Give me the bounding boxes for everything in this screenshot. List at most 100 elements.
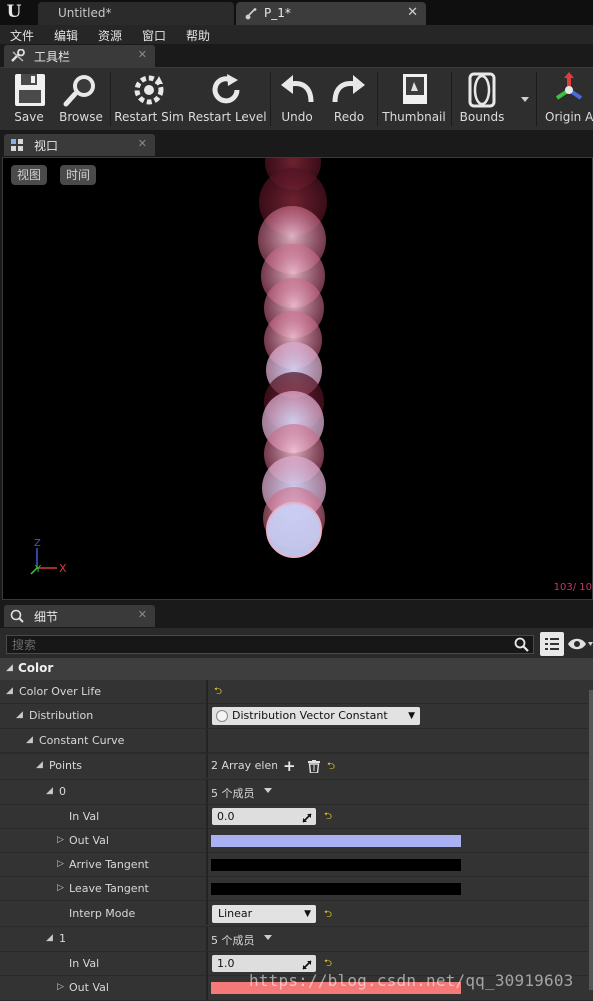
viewport-panel-title: 视口 xyxy=(34,139,59,153)
menu-asset[interactable]: 资源 xyxy=(98,27,122,44)
thumbnail-button[interactable]: Thumbnail xyxy=(381,68,447,130)
out-val-color-swatch[interactable] xyxy=(211,835,461,847)
undo-button[interactable]: Undo xyxy=(274,68,320,130)
column-splitter[interactable] xyxy=(206,729,208,753)
property-name-cell: ◢ Constant Curve xyxy=(0,729,206,753)
property-row-in-val-0: In Val 0.0 ⮌ xyxy=(0,805,593,829)
property-row-interp-mode-0: Interp Mode Linear ▼ ⮌ xyxy=(0,901,593,927)
property-value-cell: 5 个成员 xyxy=(210,927,593,951)
add-element-plus-icon[interactable]: + xyxy=(283,757,296,775)
collapse-arrow-icon[interactable]: ◢ xyxy=(16,710,23,720)
details-search-row xyxy=(0,628,593,658)
color-category-header[interactable]: ◢ Color xyxy=(0,658,593,680)
in-val-number-field[interactable]: 0.0 xyxy=(212,808,316,825)
collapse-arrow-icon[interactable]: ◢ xyxy=(46,933,53,943)
time-menu-button[interactable]: 时间 xyxy=(60,165,97,185)
column-splitter[interactable] xyxy=(206,829,208,853)
column-splitter[interactable] xyxy=(206,754,208,778)
reset-to-default-icon[interactable]: ⮌ xyxy=(214,687,224,697)
save-button[interactable]: Save xyxy=(4,68,54,130)
origin-axis-icon xyxy=(553,72,593,108)
trash-icon[interactable] xyxy=(308,760,320,774)
property-label: Out Val xyxy=(69,981,109,994)
column-splitter[interactable] xyxy=(206,952,208,976)
expand-arrow-icon[interactable]: ▷ xyxy=(57,982,64,992)
reset-to-default-icon[interactable]: ⮌ xyxy=(327,762,337,772)
column-splitter[interactable] xyxy=(206,780,208,804)
reset-to-default-icon[interactable]: ⮌ xyxy=(324,812,334,822)
expand-arrow-icon[interactable]: ▷ xyxy=(57,859,64,869)
tab-details[interactable]: 细节 ✕ xyxy=(4,605,155,627)
distribution-type-dropdown[interactable]: Distribution Vector Constant Curve ▼ xyxy=(212,707,420,740)
menu-help[interactable]: 帮助 xyxy=(186,27,210,44)
column-splitter[interactable] xyxy=(206,877,208,901)
search-icon[interactable] xyxy=(514,637,529,652)
details-scrollbar[interactable] xyxy=(589,690,593,990)
chevron-down-icon[interactable] xyxy=(264,935,272,940)
tab-toolbar[interactable]: 工具栏 ✕ xyxy=(4,45,155,67)
property-label: Points xyxy=(49,759,83,772)
axis-y-label: Y xyxy=(35,564,42,575)
search-input[interactable] xyxy=(7,636,533,653)
property-row-constant-curve: ◢ Constant Curve xyxy=(0,729,593,753)
in-val-number-field[interactable]: 1.0 xyxy=(212,955,316,972)
chevron-down-icon[interactable] xyxy=(264,788,272,793)
expand-arrow-icon[interactable]: ▷ xyxy=(57,883,64,893)
property-row-color-over-life: ◢ Color Over Life ⮌ xyxy=(0,680,593,704)
collapse-arrow-icon[interactable]: ◢ xyxy=(26,735,33,745)
tab-p1[interactable]: P_1* ✕ xyxy=(236,2,426,25)
close-icon[interactable]: ✕ xyxy=(407,2,418,24)
reset-to-default-icon[interactable]: ⮌ xyxy=(324,910,334,920)
reset-to-default-icon[interactable]: ⮌ xyxy=(324,959,334,969)
property-matrix-icon[interactable] xyxy=(540,632,564,656)
menu-file[interactable]: 文件 xyxy=(10,27,34,44)
collapse-arrow-icon[interactable]: ◢ xyxy=(6,686,13,696)
column-splitter[interactable] xyxy=(206,680,208,704)
tab-untitled[interactable]: Untitled* xyxy=(38,2,234,25)
property-label: Distribution xyxy=(29,709,94,722)
toolbar-separator xyxy=(377,72,378,126)
menu-window[interactable]: 窗口 xyxy=(142,27,166,44)
view-menu-button[interactable]: 视图 xyxy=(11,165,48,185)
unreal-logo-icon[interactable]: U xyxy=(3,2,25,23)
column-splitter[interactable] xyxy=(206,927,208,951)
restart-sim-button[interactable]: Restart Sim xyxy=(114,68,184,130)
axis-x-label: X xyxy=(59,562,67,575)
collapse-arrow-icon[interactable]: ◢ xyxy=(46,786,53,796)
column-splitter[interactable] xyxy=(206,805,208,829)
tab-viewport[interactable]: 视口 ✕ xyxy=(4,134,155,156)
expand-arrow-icon[interactable]: ▷ xyxy=(57,835,64,845)
redo-button[interactable]: Redo xyxy=(326,68,372,130)
property-label: Interp Mode xyxy=(69,907,136,920)
thumbnail-label: Thumbnail xyxy=(382,110,446,124)
leave-tangent-color-swatch[interactable] xyxy=(211,883,461,895)
interp-mode-dropdown[interactable]: Linear ▼ xyxy=(212,905,316,923)
details-panel-title: 细节 xyxy=(34,610,59,624)
close-icon[interactable]: ✕ xyxy=(138,608,147,621)
property-label: Constant Curve xyxy=(39,734,125,747)
column-splitter[interactable] xyxy=(206,976,208,1000)
property-value-cell: 2 Array eleme + ⮌ xyxy=(210,754,593,778)
restart-level-button[interactable]: Restart Level xyxy=(188,68,267,130)
collapse-arrow-icon[interactable]: ◢ xyxy=(36,760,43,770)
arrive-tangent-color-swatch[interactable] xyxy=(211,859,461,871)
bounds-button[interactable]: Bounds xyxy=(455,68,509,130)
toolbar-panel-title: 工具栏 xyxy=(34,50,71,64)
column-splitter[interactable] xyxy=(206,853,208,877)
collapse-arrow-icon: ◢ xyxy=(6,663,13,673)
column-splitter[interactable] xyxy=(206,704,208,728)
thumbnail-icon xyxy=(394,72,434,108)
viewport[interactable]: 视图 时间 Z Y X 103/ 10 xyxy=(2,157,593,600)
toolbar-separator xyxy=(270,72,271,126)
eye-icon[interactable] xyxy=(567,636,593,652)
property-value-cell xyxy=(210,829,593,853)
chevron-down-icon: ▼ xyxy=(408,711,415,721)
menu-edit[interactable]: 编辑 xyxy=(54,27,78,44)
origin-axis-button[interactable]: Origin Ax xyxy=(541,68,593,130)
column-splitter[interactable] xyxy=(206,901,208,925)
close-icon[interactable]: ✕ xyxy=(138,48,147,61)
axis-z-label: Z xyxy=(34,538,41,549)
browse-button[interactable]: Browse xyxy=(56,68,106,130)
bounds-dropdown-chevron-down-icon[interactable] xyxy=(521,97,529,102)
close-icon[interactable]: ✕ xyxy=(138,137,147,150)
